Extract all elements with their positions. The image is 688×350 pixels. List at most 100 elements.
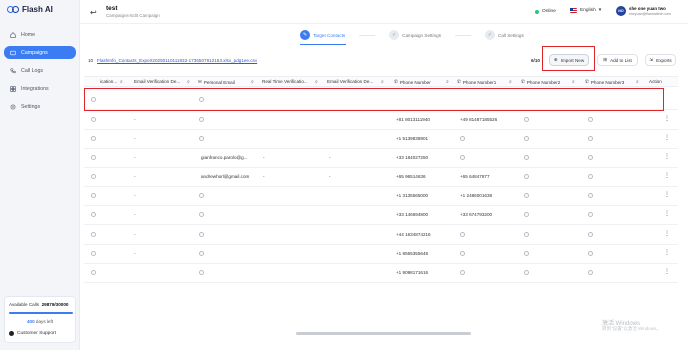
row-select-radio[interactable] bbox=[91, 117, 96, 122]
table-row[interactable]: - +1 8555355648 ⋮ bbox=[84, 244, 678, 264]
column-header: Real Time Verificatio... bbox=[262, 79, 308, 84]
cell-status-radio[interactable] bbox=[524, 136, 529, 141]
cell-status-radio[interactable] bbox=[524, 193, 529, 198]
avatar[interactable]: NO bbox=[616, 6, 626, 16]
cell-status-radio[interactable] bbox=[588, 155, 593, 160]
table-row[interactable]: - andrewhorl@gmail.com - - +65 96514636 +65 6… bbox=[84, 167, 678, 187]
cell-status-radio[interactable] bbox=[588, 117, 593, 122]
cell-verification: - bbox=[329, 174, 331, 179]
row-action-menu-icon[interactable]: ⋮ bbox=[664, 210, 670, 217]
row-select-radio[interactable] bbox=[91, 155, 96, 160]
file-link[interactable]: FlashInfo_Contacts_Export20250110111832-… bbox=[97, 58, 257, 63]
sidebar-item-campaigns[interactable]: Campaigns bbox=[4, 46, 76, 59]
table-row[interactable]: - +81 8013111940 +49 81487185526 ⋮ bbox=[84, 110, 678, 130]
cell-status-radio[interactable] bbox=[199, 212, 204, 217]
cell-status-radio[interactable] bbox=[588, 232, 593, 237]
cell-verification: - bbox=[134, 155, 136, 160]
cell-status-radio[interactable] bbox=[524, 117, 529, 122]
cell-status-radio[interactable] bbox=[199, 270, 204, 275]
search-icon[interactable]: ⌕ bbox=[572, 79, 575, 85]
language-selector[interactable]: English ▾ bbox=[570, 8, 601, 13]
cell-status-radio[interactable] bbox=[524, 212, 529, 217]
cell-status-radio[interactable] bbox=[199, 193, 204, 198]
search-icon[interactable]: ⌕ bbox=[381, 79, 384, 85]
cell-status-radio[interactable] bbox=[460, 232, 465, 237]
horizontal-scrollbar[interactable] bbox=[296, 332, 471, 335]
sidebar-item-integrations[interactable]: Integrations bbox=[4, 82, 76, 95]
row-select-radio[interactable] bbox=[91, 193, 96, 198]
export-icon: ⇲ bbox=[649, 57, 654, 62]
cell-status-radio[interactable] bbox=[588, 212, 593, 217]
row-select-radio[interactable] bbox=[91, 174, 96, 179]
table-row[interactable]: - gianfranco.parolo@g... - - +33 184027250 ⋮ bbox=[84, 148, 678, 168]
row-select-radio[interactable] bbox=[91, 136, 96, 141]
cell-status-radio[interactable] bbox=[199, 232, 204, 237]
sidebar-item-call-logs[interactable]: Call Logs bbox=[4, 64, 76, 77]
table-row[interactable]: - +1 5139838901 ⋮ bbox=[84, 129, 678, 149]
search-icon[interactable]: ⌕ bbox=[251, 79, 254, 85]
row-select-radio[interactable] bbox=[91, 270, 96, 275]
cell-status-radio[interactable] bbox=[460, 136, 465, 141]
row-action-menu-icon[interactable]: ⋮ bbox=[664, 115, 670, 122]
exports-button[interactable]: ⇲ Exports bbox=[645, 54, 676, 66]
cell-status-radio[interactable] bbox=[199, 117, 204, 122]
step-campaign-settings[interactable]: ✓ Campaign Settings bbox=[389, 30, 441, 40]
search-icon[interactable]: ⌕ bbox=[509, 79, 512, 85]
sidebar: Flash AI Home Campaigns Call Logs Integr… bbox=[0, 0, 80, 350]
sidebar-item-home[interactable]: Home bbox=[4, 28, 76, 41]
sidebar-item-settings[interactable]: Settings bbox=[4, 100, 76, 113]
search-icon[interactable]: ⌕ bbox=[636, 79, 639, 85]
table-row[interactable]: - +33 146694800 +33 674793200 ⋮ bbox=[84, 205, 678, 225]
row-action-menu-icon[interactable]: ⋮ bbox=[664, 172, 670, 179]
cell-phone-number: +1 8555355648 bbox=[396, 251, 429, 256]
search-icon[interactable]: ⌕ bbox=[187, 79, 190, 85]
step-call-settings[interactable]: ✓ Call Settings bbox=[485, 30, 524, 40]
step-label: Call Settings bbox=[498, 32, 524, 38]
row-select-radio[interactable] bbox=[91, 251, 96, 256]
cell-status-radio[interactable] bbox=[524, 251, 529, 256]
row-select-radio[interactable] bbox=[91, 212, 96, 217]
cell-status-radio[interactable] bbox=[588, 251, 593, 256]
cell-status-radio[interactable] bbox=[588, 193, 593, 198]
cell-status-radio[interactable] bbox=[460, 251, 465, 256]
cell-status-radio[interactable] bbox=[524, 270, 529, 275]
row-action-menu-icon[interactable]: ⋮ bbox=[664, 153, 670, 160]
search-icon[interactable]: ⌕ bbox=[446, 79, 449, 85]
customer-support-link[interactable]: Customer Support bbox=[9, 331, 56, 336]
step-divider bbox=[455, 34, 471, 36]
cell-status-radio[interactable] bbox=[524, 155, 529, 160]
row-action-menu-icon[interactable]: ⋮ bbox=[664, 134, 670, 141]
row-action-menu-icon[interactable]: ⋮ bbox=[664, 249, 670, 256]
sidebar-item-label: Home bbox=[21, 31, 36, 38]
back-icon[interactable]: ↩ bbox=[90, 8, 97, 17]
cell-status-radio[interactable] bbox=[588, 270, 593, 275]
step-target-contacts[interactable]: ✎ Target Contacts bbox=[300, 30, 345, 40]
cell-status-radio[interactable] bbox=[588, 174, 593, 179]
home-icon bbox=[10, 31, 16, 38]
add-to-list-button[interactable]: ⊞ Add to List bbox=[597, 54, 638, 66]
row-action-menu-icon[interactable]: ⋮ bbox=[664, 230, 670, 237]
column-header: ication... bbox=[100, 79, 118, 84]
table-row[interactable]: +1 9098171616 ⋮ bbox=[84, 263, 678, 283]
column-header: ✆ Phone Number2 bbox=[521, 79, 561, 85]
cell-verification: - bbox=[134, 136, 136, 141]
cell-phone-number1: +1 2486001638 bbox=[460, 193, 493, 198]
table-row[interactable]: - +1 3135565000 +1 2486001638 ⋮ bbox=[84, 186, 678, 206]
table-row[interactable]: - +44 1634874216 ⋮ bbox=[84, 225, 678, 245]
row-action-menu-icon[interactable]: ⋮ bbox=[664, 268, 670, 275]
search-icon[interactable]: ⌕ bbox=[315, 79, 318, 85]
cell-status-radio[interactable] bbox=[460, 155, 465, 160]
cell-status-radio[interactable] bbox=[199, 136, 204, 141]
highlight-box-row bbox=[84, 88, 664, 111]
cell-status-radio[interactable] bbox=[524, 174, 529, 179]
search-icon[interactable]: ⌕ bbox=[120, 79, 123, 85]
row-action-menu-icon[interactable]: ⋮ bbox=[664, 191, 670, 198]
gear-icon bbox=[10, 104, 16, 109]
active-step-underline bbox=[300, 44, 346, 45]
row-select-radio[interactable] bbox=[91, 232, 96, 237]
sidebar-nav: Home Campaigns Call Logs Integrations Se… bbox=[4, 28, 76, 118]
cell-status-radio[interactable] bbox=[524, 232, 529, 237]
cell-status-radio[interactable] bbox=[460, 270, 465, 275]
cell-status-radio[interactable] bbox=[199, 251, 204, 256]
cell-status-radio[interactable] bbox=[588, 136, 593, 141]
